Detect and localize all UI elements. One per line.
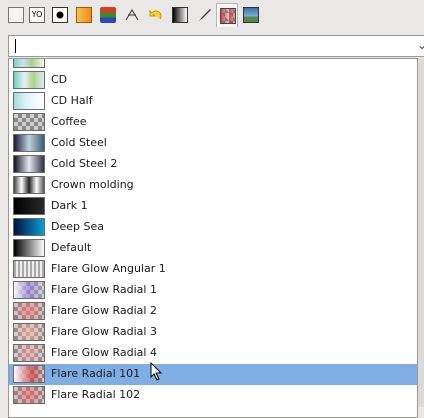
tab-gradients[interactable] [216, 3, 238, 27]
tab-undo-history[interactable] [145, 3, 167, 27]
gradient-preview [13, 365, 45, 383]
gradient-name: CD Half [51, 94, 93, 107]
list-item[interactable]: Flare Radial 101 [9, 364, 417, 385]
list-item[interactable]: Flare Glow Radial 2 [9, 301, 417, 322]
list-item[interactable]: CD [9, 70, 417, 91]
gradient-name: Cold Steel 2 [51, 157, 118, 170]
gradient-name: Flare Glow Radial 1 [51, 283, 157, 296]
gradient-preview [13, 197, 45, 215]
gradient-preview [13, 218, 45, 236]
brushes-icon [199, 9, 211, 21]
gradient-name: Default [51, 241, 92, 254]
gradient-name: Deep Sea [51, 220, 104, 233]
gradient-name: CD [51, 73, 68, 86]
gradient-name: Dark 1 [51, 199, 88, 212]
gradient-name: Coffee [51, 115, 87, 128]
list-item[interactable]: CD Half [9, 91, 417, 112]
tab-palettes[interactable] [97, 3, 119, 27]
paths-icon [125, 9, 139, 21]
list-item[interactable]: Flare Glow Radial 3 [9, 322, 417, 343]
list-item[interactable]: Flare Glow Radial 1 [9, 280, 417, 301]
gradient-name: Flare Glow Angular 1 [51, 262, 166, 275]
tab-device-status[interactable] [49, 3, 71, 27]
gradient-preview [13, 92, 45, 110]
gradient-preview [13, 176, 45, 194]
tab-tool-options[interactable]: YO [26, 3, 48, 27]
gradient-preview [13, 323, 45, 341]
gradient-preview [13, 113, 45, 131]
list-item[interactable]: Flare Glow Radial 4 [9, 343, 417, 364]
list-item[interactable]: Cold Steel 2 [9, 154, 417, 175]
list-item[interactable]: Flare Glow Angular 1 [9, 259, 417, 280]
gradient-preview [13, 302, 45, 320]
gradient-name: Flare Glow Radial 4 [51, 346, 157, 359]
gradient-name: Flare Glow Radial 3 [51, 325, 157, 338]
palettes-icon [100, 7, 116, 23]
dock-tab-bar: YO [0, 0, 424, 32]
gradient-preview [13, 344, 45, 362]
tab-paths[interactable] [121, 3, 143, 27]
list-scrollbar[interactable] [418, 58, 424, 407]
mouse-pointer-icon [150, 362, 163, 381]
gradient-name: Flare Glow Radial 2 [51, 304, 157, 317]
list-item[interactable]: Flare Radial 102 [9, 385, 417, 406]
list-item[interactable]: Crown molding [9, 175, 417, 196]
gradient-preview [13, 260, 45, 278]
gradient-preview [13, 59, 45, 68]
tab-brushes[interactable] [193, 3, 215, 27]
list-item[interactable]: Cold Steel [9, 133, 417, 154]
gradient-name: Flare Radial 101 [51, 367, 141, 380]
images-icon [243, 7, 259, 23]
device-status-icon [52, 7, 68, 23]
list-item[interactable]: Coffee [9, 112, 417, 133]
gradient-preview [13, 386, 45, 404]
gradient-search-combo[interactable]: ⌄ [8, 35, 424, 57]
tool-options-icon: YO [29, 7, 45, 23]
gradient-name: Flare Radial 102 [51, 388, 141, 401]
gradient-preview [13, 155, 45, 173]
chevron-down-icon[interactable]: ⌄ [417, 38, 424, 52]
gradient-editor-icon [172, 7, 188, 23]
gradient-list[interactable]: CD CD Half Coffee Cold Steel Cold Steel 2 Cro… [8, 58, 418, 418]
tab-layers[interactable] [5, 3, 27, 27]
list-item[interactable] [9, 59, 417, 70]
text-caret [15, 39, 16, 53]
undo-history-icon [149, 9, 162, 20]
gradients-icon [220, 8, 236, 24]
list-item[interactable]: Dark 1 [9, 196, 417, 217]
list-item[interactable]: Default [9, 238, 417, 259]
gradient-preview [13, 239, 45, 257]
gradient-preview [13, 281, 45, 299]
tab-patterns[interactable] [73, 3, 95, 27]
tab-gradient-editor[interactable] [169, 3, 191, 27]
gradient-preview [13, 71, 45, 89]
gradient-name: Crown molding [51, 178, 134, 191]
gradient-preview [13, 134, 45, 152]
patterns-icon [76, 7, 92, 23]
tab-images[interactable] [240, 3, 262, 27]
layers-icon [8, 7, 24, 23]
list-item[interactable]: Deep Sea [9, 217, 417, 238]
gradient-name: Cold Steel [51, 136, 107, 149]
